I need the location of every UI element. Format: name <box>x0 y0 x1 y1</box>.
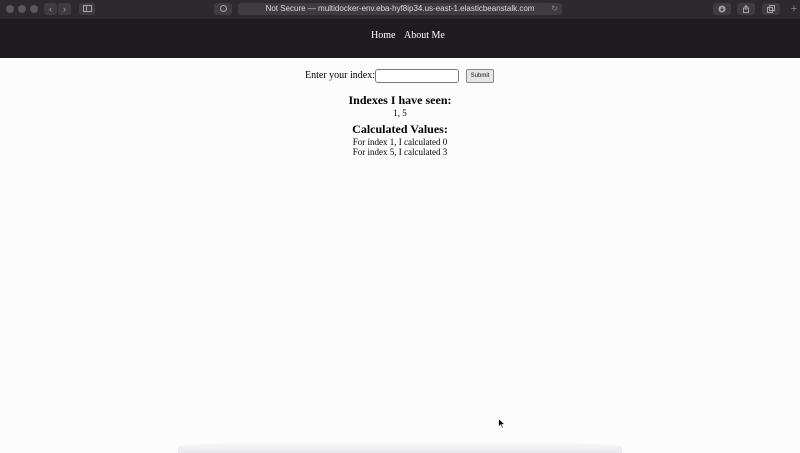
main-content: Enter your index: Submit Indexes I have … <box>0 58 800 453</box>
reload-icon[interactable]: ↻ <box>551 3 558 15</box>
mouse-cursor-icon <box>498 418 506 429</box>
sidebar-toggle-button[interactable] <box>79 3 95 15</box>
index-input[interactable] <box>375 69 459 83</box>
sidebar-icon <box>82 5 92 12</box>
privacy-report-button[interactable] <box>214 3 232 15</box>
index-label: Enter your index: <box>305 70 375 81</box>
window-bottom-shadow <box>178 441 622 453</box>
chevron-right-icon: › <box>63 4 66 14</box>
close-window-button[interactable] <box>6 5 14 13</box>
share-button[interactable] <box>737 3 755 15</box>
chevron-left-icon: ‹ <box>49 4 52 14</box>
calculated-heading: Calculated Values: <box>352 122 448 136</box>
nav-link-about-me[interactable]: About Me <box>404 30 445 42</box>
indexes-heading: Indexes I have seen: <box>348 93 452 107</box>
forward-button[interactable]: › <box>58 3 71 15</box>
new-tab-button[interactable]: + <box>788 3 800 16</box>
calculated-line: For index 1, I calculated 0 <box>352 137 448 147</box>
indexes-values: 1, 5 <box>393 108 407 118</box>
site-nav: Home About Me <box>0 20 800 58</box>
browser-toolbar: ‹ › Not Secure — multidocker-env.eba-hyf… <box>0 0 800 20</box>
address-text: Not Secure — multidocker-env.eba-hyf8ip3… <box>265 4 535 13</box>
minimize-window-button[interactable] <box>18 5 26 13</box>
download-icon <box>718 5 726 13</box>
share-icon <box>743 4 749 13</box>
tabs-icon <box>767 5 775 13</box>
back-button[interactable]: ‹ <box>44 3 57 15</box>
shield-icon <box>219 5 227 12</box>
submit-button[interactable]: Submit <box>466 69 494 83</box>
zoom-window-button[interactable] <box>30 5 38 13</box>
calculated-line: For index 5, I calculated 3 <box>352 147 448 157</box>
tabs-overview-button[interactable] <box>762 3 780 15</box>
downloads-button[interactable] <box>713 3 731 15</box>
address-bar[interactable]: Not Secure — multidocker-env.eba-hyf8ip3… <box>238 3 562 15</box>
plus-icon: + <box>790 3 798 15</box>
nav-link-home[interactable]: Home <box>371 30 395 42</box>
